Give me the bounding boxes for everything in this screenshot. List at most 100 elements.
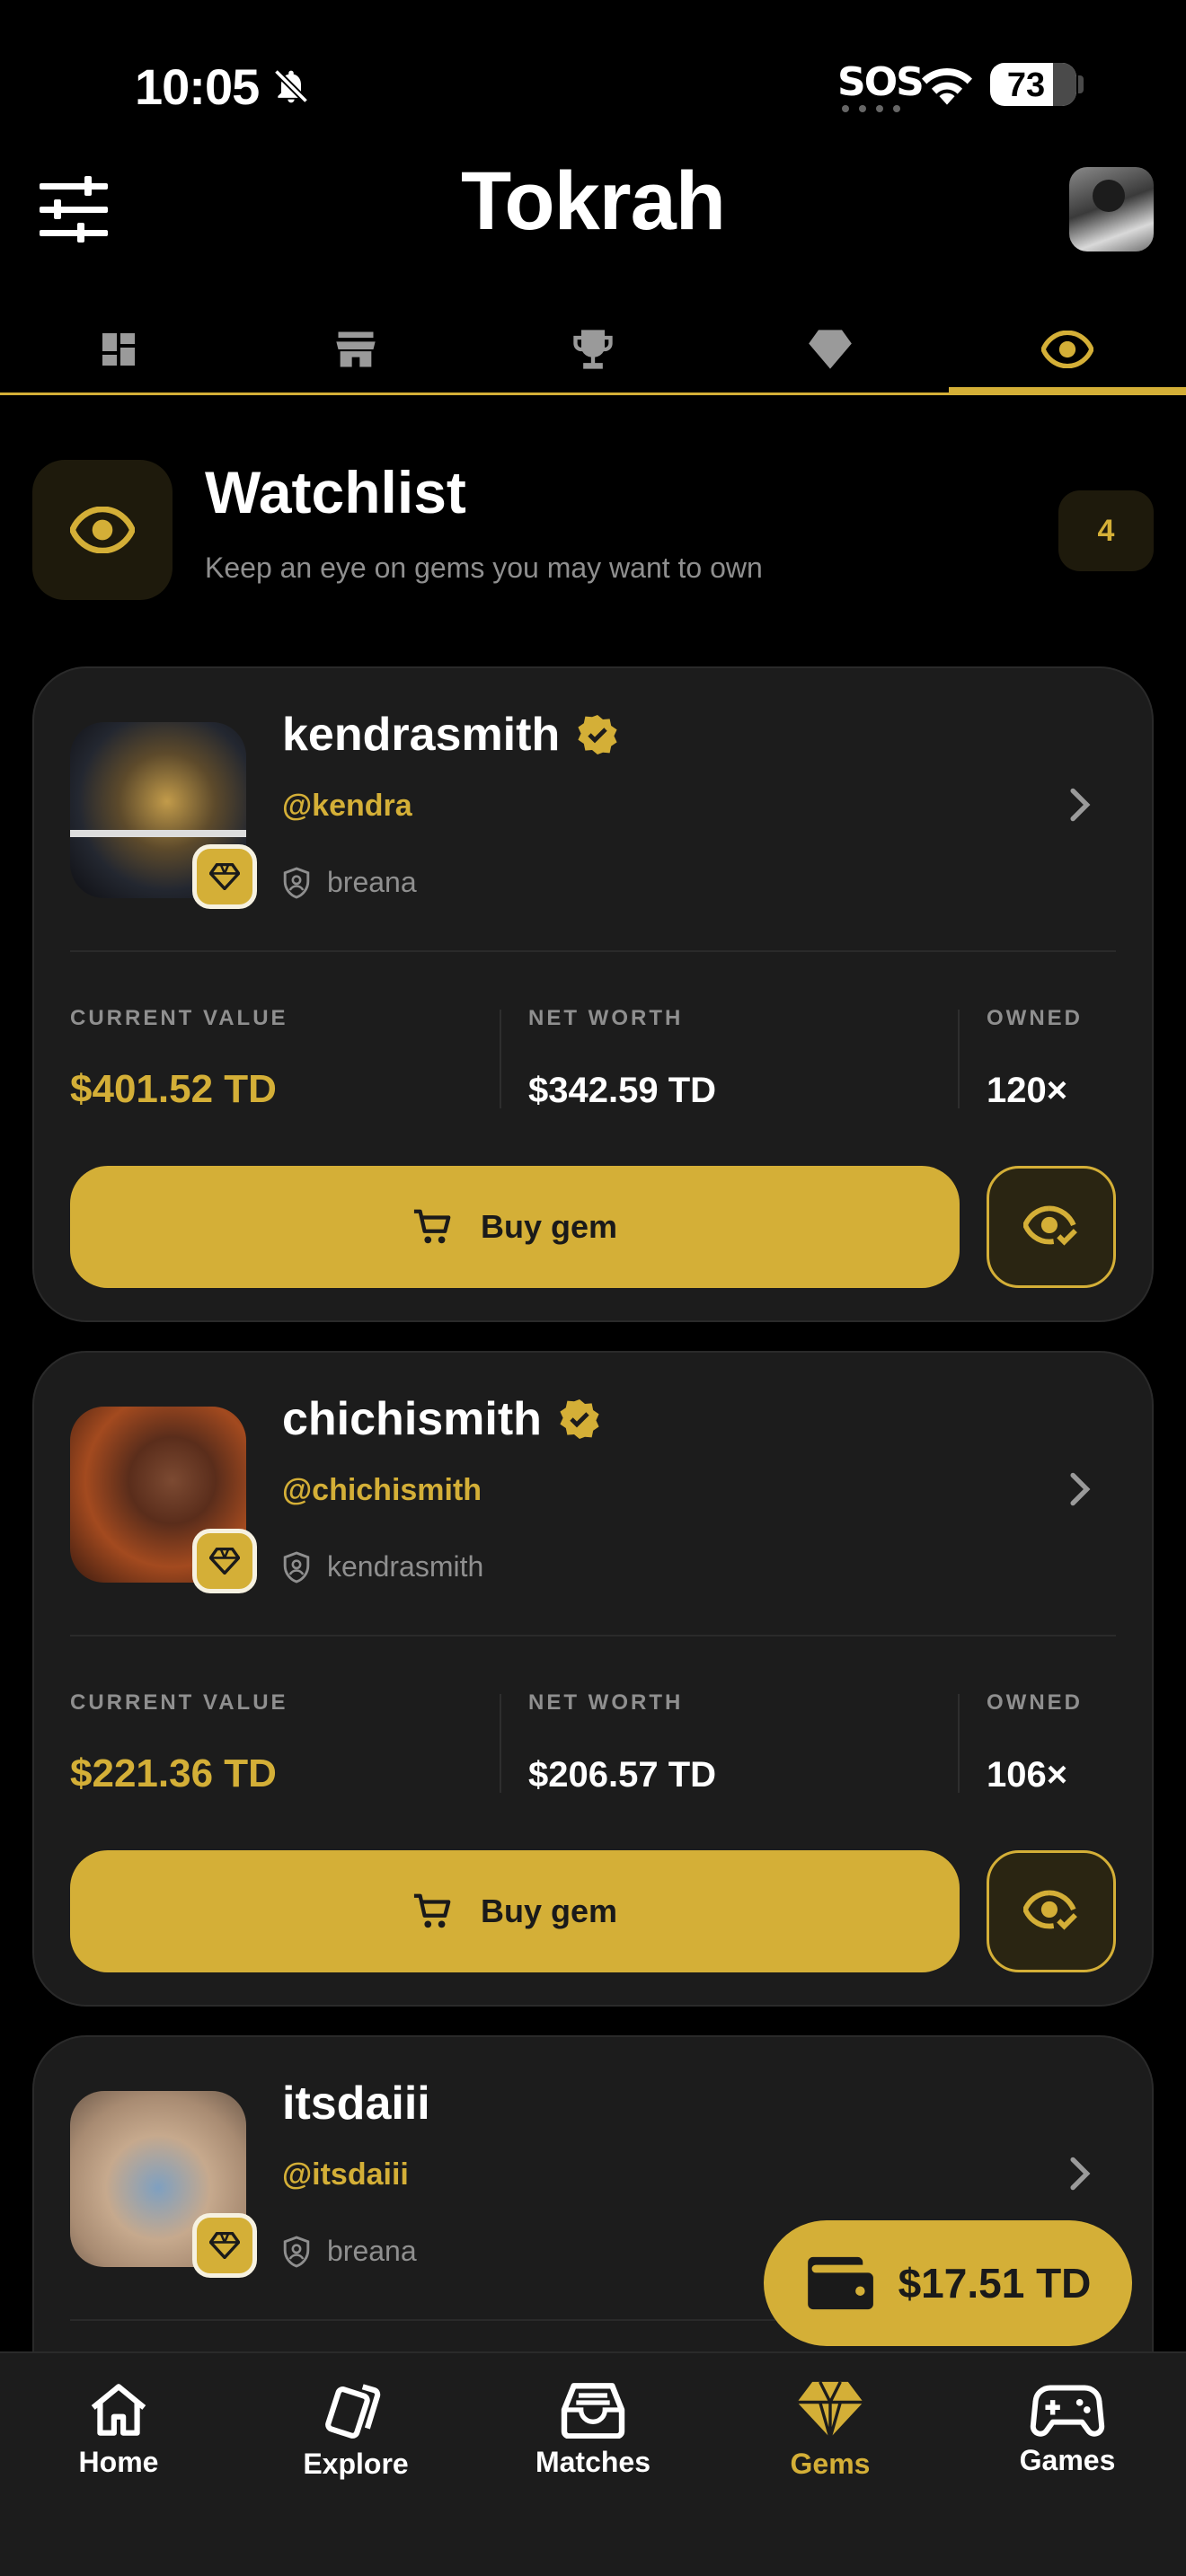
app-title: Tokrah [461, 155, 726, 247]
gem-badge [192, 844, 257, 909]
shield-user-icon [283, 2235, 310, 2268]
status-bar: 10:05 SOS 73 [0, 0, 1186, 171]
watchlist-header-icon [32, 460, 173, 600]
tab-trophy[interactable] [474, 305, 712, 393]
wallet-icon [807, 2256, 873, 2310]
trophy-icon [573, 329, 613, 369]
current-value-label: CURRENT VALUE [70, 1006, 288, 1030]
battery-level: 73 [1006, 66, 1046, 104]
buy-gem-button[interactable]: Buy gem [70, 1166, 960, 1288]
nav-explore[interactable]: Explore [237, 2353, 474, 2506]
owned-count: 106× [987, 1755, 1068, 1795]
chevron-right-icon[interactable] [1067, 2156, 1094, 2192]
eye-check-icon [1023, 1890, 1077, 1930]
signal-dots-icon [842, 105, 900, 112]
wifi-icon [922, 67, 972, 105]
diamond-icon [809, 329, 852, 369]
diamond-icon [209, 863, 240, 890]
tab-store[interactable] [237, 305, 474, 393]
nav-matches-label: Matches [535, 2445, 651, 2478]
current-value: $401.52 TD [70, 1067, 277, 1111]
card-divider [70, 1635, 1116, 1636]
owned-label: OWNED [987, 1006, 1083, 1030]
user-avatar[interactable] [1069, 167, 1154, 251]
watchlist-toggle-button[interactable] [987, 1850, 1116, 1972]
gem-owner: breana [282, 2235, 417, 2268]
stat-separator [958, 1694, 960, 1793]
diamond-icon [797, 2380, 863, 2439]
sos-indicator: SOS [837, 59, 925, 105]
stat-separator [500, 1010, 501, 1108]
diamond-icon [209, 2232, 240, 2259]
tab-dashboard[interactable] [0, 305, 237, 393]
gem-name-text: itsdaiii [282, 2078, 430, 2130]
buy-gem-button[interactable]: Buy gem [70, 1850, 960, 1972]
gem-owner: breana [282, 866, 417, 899]
bottom-nav: Home Explore Matches Gems Games [0, 2351, 1186, 2576]
watchlist-toggle-button[interactable] [987, 1166, 1116, 1288]
chevron-right-icon[interactable] [1067, 787, 1094, 823]
gem-owner-name: breana [327, 2235, 417, 2267]
nav-gems[interactable]: Gems [712, 2353, 949, 2506]
nav-home-label: Home [78, 2445, 159, 2478]
gem-name: kendrasmith [282, 708, 619, 762]
status-time: 10:05 [135, 58, 260, 115]
current-value-label: CURRENT VALUE [70, 1690, 288, 1715]
nav-home[interactable]: Home [0, 2353, 237, 2506]
nav-games[interactable]: Games [949, 2353, 1186, 2506]
gem-handle: @chichismith [282, 1473, 482, 1507]
verified-icon [578, 715, 617, 754]
wallet-balance: $17.51 TD [898, 2260, 1092, 2307]
top-tab-bar [0, 305, 1186, 395]
battery-indicator: 73 [990, 63, 1076, 106]
gem-name-text: kendrasmith [282, 709, 561, 761]
stat-separator [958, 1010, 960, 1108]
inbox-icon [561, 2382, 625, 2439]
gem-badge [192, 2213, 257, 2278]
shield-user-icon [283, 866, 310, 899]
bell-muted-icon [273, 68, 309, 104]
gem-handle: @kendra [282, 789, 412, 823]
gem-owner-name: breana [327, 866, 417, 898]
gem-owner: kendrasmith [282, 1550, 483, 1584]
gem-badge [192, 1529, 257, 1593]
diamond-icon [209, 1548, 240, 1575]
owned-count: 120× [987, 1071, 1068, 1110]
gem-handle: @itsdaiii [282, 2157, 409, 2192]
home-icon [91, 2383, 146, 2436]
owned-label: OWNED [987, 1690, 1083, 1715]
gem-owner-name: kendrasmith [327, 1550, 484, 1583]
eye-icon [70, 507, 135, 553]
nav-matches[interactable]: Matches [474, 2353, 712, 2506]
watchlist-subtitle: Keep an eye on gems you may want to own [205, 551, 763, 584]
net-worth-label: NET WORTH [528, 1690, 684, 1715]
nav-explore-label: Explore [303, 2447, 409, 2480]
wallet-balance-button[interactable]: $17.51 TD [764, 2220, 1132, 2346]
eye-check-icon [1023, 1205, 1077, 1246]
net-worth: $342.59 TD [528, 1071, 717, 1110]
gem-name: chichismith [282, 1392, 601, 1446]
watchlist-count-badge: 4 [1058, 490, 1154, 571]
cart-icon [413, 1209, 451, 1244]
verified-icon [560, 1399, 599, 1439]
gem-name-text: chichismith [282, 1393, 542, 1445]
shield-user-icon [283, 1550, 310, 1584]
gem-card[interactable]: kendrasmith @kendra breana CURRENT VALUE… [32, 666, 1154, 1322]
chevron-right-icon[interactable] [1067, 1471, 1094, 1507]
net-worth: $206.57 TD [528, 1755, 717, 1795]
stat-separator [500, 1694, 501, 1793]
cards-icon [325, 2383, 381, 2439]
buy-gem-label: Buy gem [480, 1892, 618, 1929]
watchlist-title: Watchlist [205, 459, 466, 525]
gamepad-icon [1030, 2384, 1105, 2437]
tab-gems[interactable] [712, 305, 949, 393]
buy-gem-label: Buy gem [480, 1208, 618, 1245]
store-icon [336, 331, 376, 366]
nav-games-label: Games [1019, 2443, 1116, 2476]
eye-icon [1041, 330, 1093, 368]
dashboard-icon [102, 332, 135, 366]
current-value: $221.36 TD [70, 1751, 277, 1795]
gem-card[interactable]: chichismith @chichismith kendrasmith CUR… [32, 1351, 1154, 2007]
tab-watchlist[interactable] [949, 305, 1186, 395]
card-divider [70, 950, 1116, 952]
